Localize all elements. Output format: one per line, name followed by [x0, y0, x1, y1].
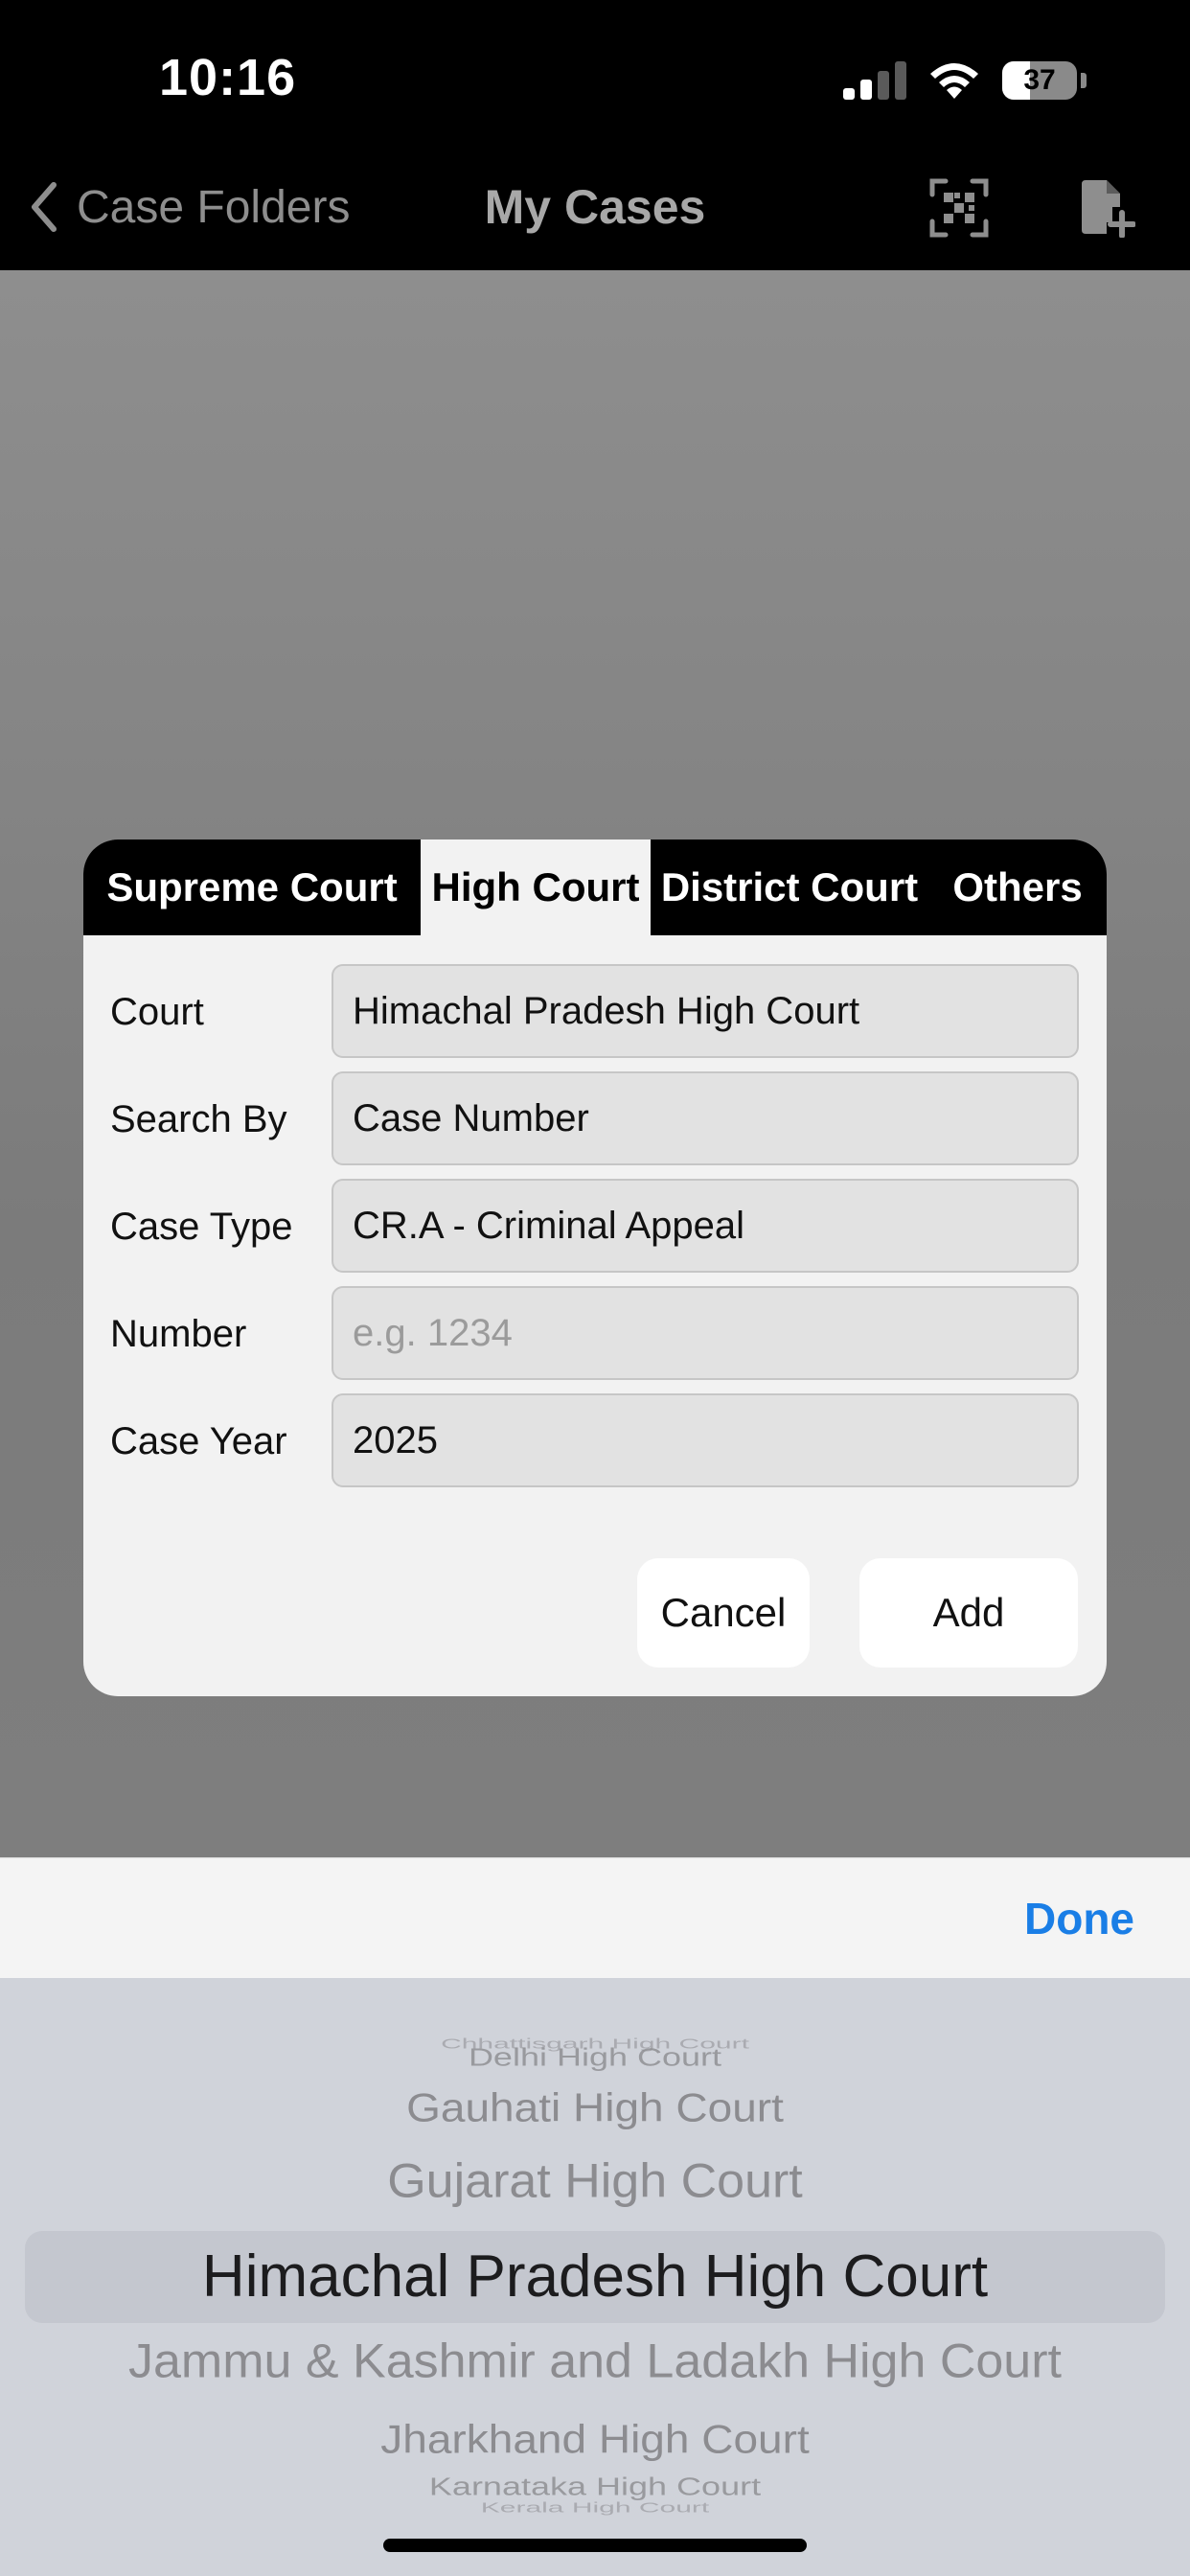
- tab-others[interactable]: Others: [928, 840, 1107, 935]
- court-tabs: Supreme Court High Court District Court …: [83, 840, 1107, 935]
- case-year-row: Case Year 2025: [83, 1393, 1107, 1489]
- picker-item[interactable]: Karnataka High Court: [0, 2472, 1190, 2501]
- add-button[interactable]: Add: [859, 1558, 1078, 1668]
- status-icons: 37: [843, 59, 1087, 102]
- court-field[interactable]: Himachal Pradesh High Court: [332, 964, 1079, 1058]
- number-input[interactable]: e.g. 1234: [332, 1286, 1079, 1380]
- picker-item[interactable]: Delhi High Court: [0, 2043, 1190, 2072]
- tab-high-court[interactable]: High Court: [421, 840, 651, 935]
- done-button[interactable]: Done: [1024, 1858, 1134, 1979]
- number-row: Number e.g. 1234: [83, 1286, 1107, 1382]
- status-time: 10:16: [159, 49, 297, 106]
- qr-code-icon: [929, 178, 989, 238]
- tab-supreme-court[interactable]: Supreme Court: [83, 840, 421, 935]
- case-year-label: Case Year: [110, 1419, 287, 1462]
- search-by-label: Search By: [110, 1097, 287, 1140]
- picker-item[interactable]: Gauhati High Court: [0, 2084, 1190, 2131]
- wifi-icon: [930, 63, 978, 99]
- battery-cap: [1081, 73, 1087, 88]
- case-year-field[interactable]: 2025: [332, 1393, 1079, 1487]
- picker-item[interactable]: Jharkhand High Court: [0, 2416, 1190, 2463]
- home-indicator: [383, 2539, 807, 2552]
- picker-item[interactable]: Jammu & Kashmir and Ladakh High Court: [0, 2334, 1190, 2389]
- number-label: Number: [110, 1312, 247, 1355]
- signal-icon: [843, 61, 906, 100]
- picker-item-selected[interactable]: Himachal Pradesh High Court: [0, 2242, 1190, 2311]
- court-row: Court Himachal Pradesh High Court: [83, 964, 1107, 1060]
- picker-item[interactable]: Kerala High Court: [0, 2500, 1190, 2517]
- add-document-button[interactable]: [1075, 176, 1138, 240]
- picker-toolbar: Done: [0, 1857, 1190, 1978]
- picker-item[interactable]: Gujarat High Court: [0, 2153, 1190, 2209]
- tab-district-court[interactable]: District Court: [651, 840, 928, 935]
- add-document-icon: [1082, 180, 1135, 238]
- navigation-bar: Case Folders My Cases: [0, 144, 1190, 270]
- battery-icon: 37: [1002, 61, 1077, 100]
- search-by-field[interactable]: Case Number: [332, 1071, 1079, 1165]
- court-picker-wheel[interactable]: Chhattisgarh High Court Delhi High Court…: [0, 1978, 1190, 2576]
- court-label: Court: [110, 990, 204, 1033]
- cancel-button[interactable]: Cancel: [637, 1558, 810, 1668]
- add-case-dialog: Supreme Court High Court District Court …: [83, 840, 1107, 1696]
- search-by-row: Search By Case Number: [83, 1071, 1107, 1167]
- case-type-label: Case Type: [110, 1205, 293, 1248]
- case-type-field[interactable]: CR.A - Criminal Appeal: [332, 1179, 1079, 1273]
- qr-scan-button[interactable]: [927, 176, 991, 240]
- status-bar: 10:16 37: [0, 0, 1190, 144]
- case-type-row: Case Type CR.A - Criminal Appeal: [83, 1179, 1107, 1275]
- battery-level: 37: [1023, 64, 1056, 96]
- page-title: My Cases: [484, 180, 706, 234]
